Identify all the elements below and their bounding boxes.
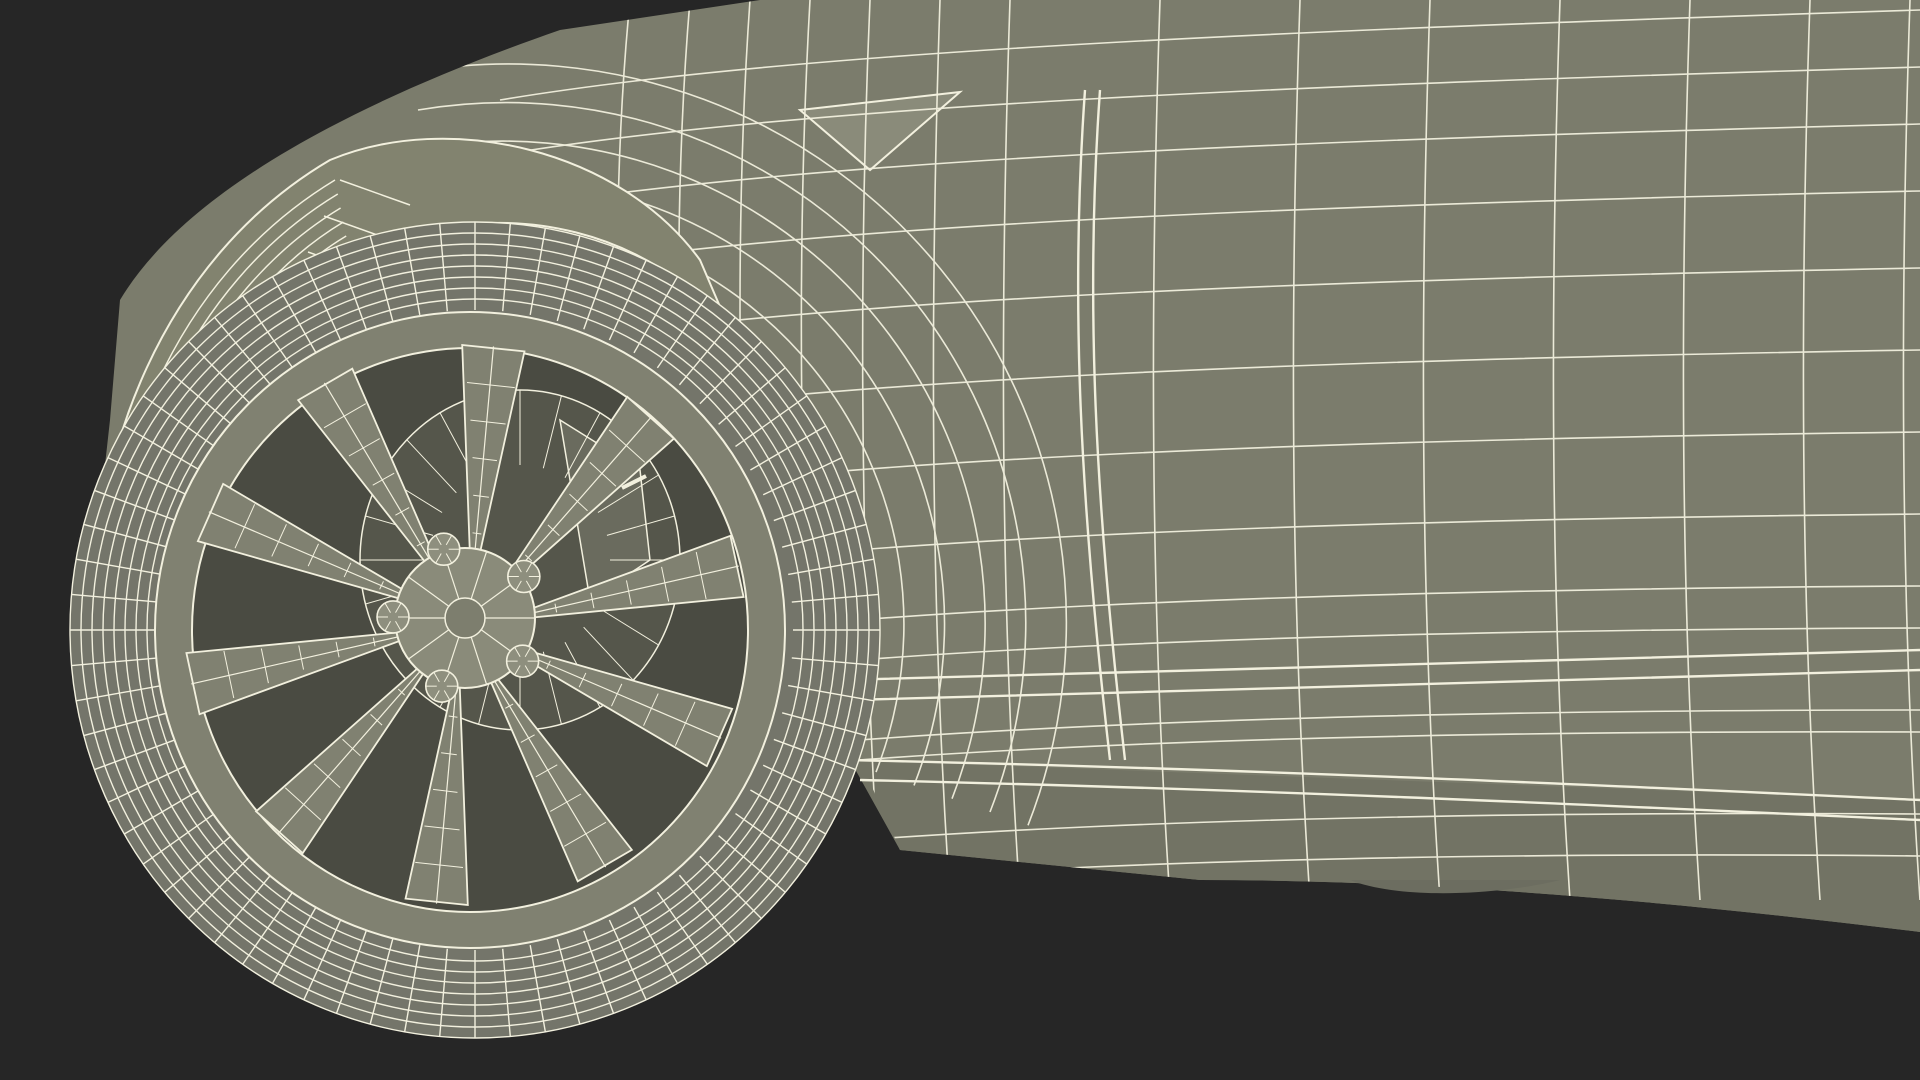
wireframe-car-render [0,0,1920,1080]
front-wheel [69,221,881,1039]
center-cap [444,597,486,639]
